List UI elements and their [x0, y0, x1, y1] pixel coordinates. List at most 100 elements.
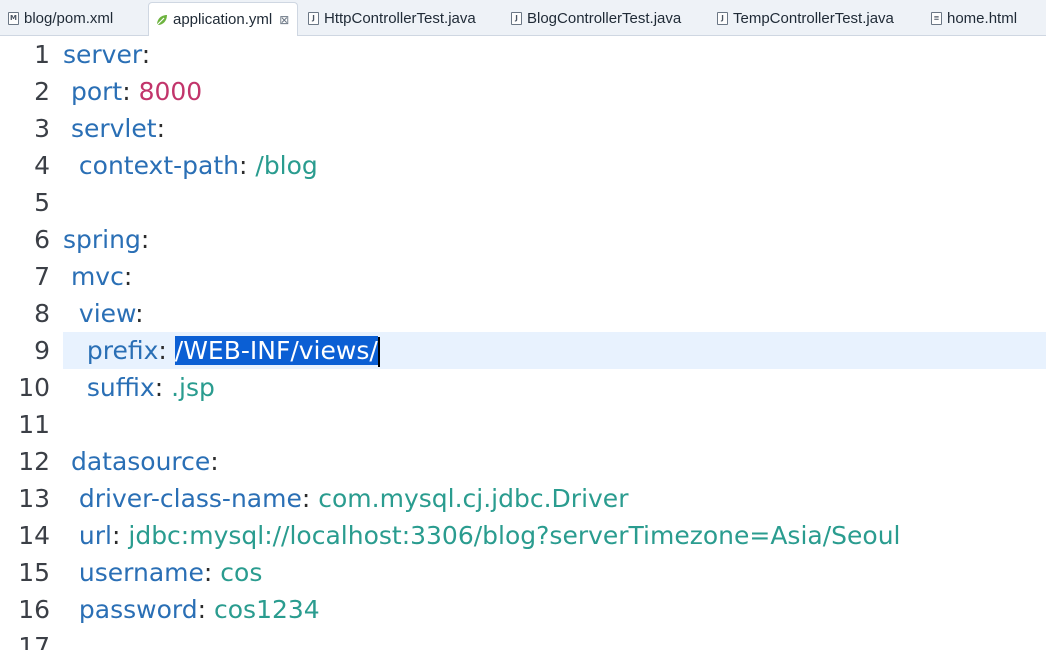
code-line[interactable]: 10 suffix: .jsp: [0, 369, 1046, 406]
code-line[interactable]: 7 mvc:: [0, 258, 1046, 295]
line-content: [63, 628, 1046, 650]
text-caret: [377, 337, 380, 367]
yaml-key: prefix: [86, 336, 159, 365]
line-number: 4: [34, 151, 50, 180]
code-line[interactable]: 16 password: cos1234: [0, 591, 1046, 628]
tab-pom-xml[interactable]: M blog/pom.xml: [8, 4, 113, 32]
line-number: 7: [34, 262, 50, 291]
yaml-value: cos1234: [214, 595, 320, 624]
code-line[interactable]: 14 url: jdbc:mysql://localhost:3306/blog…: [0, 517, 1046, 554]
code-line[interactable]: 9 prefix: /WEB-INF/views/: [0, 332, 1046, 369]
line-number: 11: [18, 410, 50, 439]
html-file-icon: ≡: [931, 11, 942, 25]
code-line[interactable]: 1 server:: [0, 36, 1046, 73]
yaml-colon: :: [154, 373, 164, 402]
maven-file-icon: M: [8, 11, 19, 25]
yaml-colon: :: [140, 225, 150, 254]
line-content: [63, 406, 1046, 443]
tab-temp-controller-test[interactable]: J TempControllerTest.java: [717, 4, 894, 32]
line-number: 14: [18, 521, 50, 550]
code-line[interactable]: 11: [0, 406, 1046, 443]
line-content: prefix: /WEB-INF/views/: [63, 332, 1046, 369]
tab-label: application.yml: [173, 11, 273, 28]
line-number: 8: [34, 299, 50, 328]
yaml-colon: :: [203, 558, 213, 587]
code-line[interactable]: 17: [0, 628, 1046, 650]
yaml-colon: :: [197, 595, 207, 624]
tab-label: BlogControllerTest.java: [527, 9, 682, 27]
code-line[interactable]: 12 datasource:: [0, 443, 1046, 480]
line-number: 6: [34, 225, 50, 254]
yaml-colon: :: [156, 114, 165, 143]
line-number: 3: [34, 114, 50, 143]
line-number: 17: [18, 632, 50, 650]
line-content: driver-class-name: com.mysql.cj.jdbc.Dri…: [63, 480, 1046, 517]
yaml-key: username: [78, 558, 204, 587]
line-content: password: cos1234: [63, 591, 1046, 628]
code-line[interactable]: 15 username: cos: [0, 554, 1046, 591]
yaml-value: /blog: [255, 151, 318, 180]
tab-label: TempControllerTest.java: [733, 9, 894, 27]
code-line[interactable]: 6 spring:: [0, 221, 1046, 258]
code-line[interactable]: 2 port: 8000: [0, 73, 1046, 110]
code-line[interactable]: 13 driver-class-name: com.mysql.cj.jdbc.…: [0, 480, 1046, 517]
tab-application-yml[interactable]: application.yml ⊠: [148, 2, 299, 36]
line-number: 12: [18, 447, 50, 476]
yaml-colon: :: [141, 40, 151, 69]
line-number: 10: [18, 373, 50, 402]
yaml-key: servlet: [70, 114, 157, 143]
tab-label: HttpControllerTest.java: [324, 9, 476, 27]
yaml-colon: :: [111, 521, 121, 550]
line-number: 15: [18, 558, 50, 587]
line-number: 13: [18, 484, 50, 513]
spring-leaf-icon: [156, 14, 167, 25]
yaml-editor[interactable]: 1 server: 2 port: 8000 3 servlet: 4 context-…: [0, 36, 1046, 650]
line-content: spring:: [63, 221, 1046, 258]
yaml-colon: :: [239, 151, 248, 180]
yaml-key: suffix: [86, 373, 155, 402]
yaml-value: jdbc:mysql://localhost:3306/blog?serverT…: [128, 521, 901, 550]
yaml-colon: :: [210, 447, 219, 476]
java-file-icon: J: [717, 11, 728, 25]
line-content: server:: [63, 36, 1046, 73]
code-line[interactable]: 5: [0, 184, 1046, 221]
tab-blog-controller-test[interactable]: J BlogControllerTest.java: [511, 4, 681, 32]
yaml-key: context-path: [78, 151, 239, 180]
yaml-key: mvc: [70, 262, 124, 291]
yaml-key: port: [70, 77, 123, 106]
yaml-key: spring: [63, 225, 141, 254]
yaml-key: datasource: [70, 447, 211, 476]
selected-yaml-value: /WEB-INF/views/: [174, 336, 378, 365]
yaml-colon: :: [158, 336, 167, 365]
tab-label: home.html: [947, 9, 1018, 27]
java-file-icon: J: [511, 11, 522, 25]
code-line[interactable]: 4 context-path: /blog: [0, 147, 1046, 184]
yaml-key: driver-class-name: [78, 484, 302, 513]
yaml-value: .jsp: [171, 373, 215, 402]
tab-home-html[interactable]: ≡ home.html: [931, 4, 1017, 32]
line-content: mvc:: [63, 258, 1046, 295]
code-line[interactable]: 8 view:: [0, 295, 1046, 332]
tab-http-controller-test[interactable]: J HttpControllerTest.java: [308, 4, 476, 32]
yaml-colon: :: [123, 262, 133, 291]
yaml-key: server: [63, 40, 142, 69]
line-content: [63, 184, 1046, 221]
java-file-icon: J: [308, 11, 319, 25]
yaml-key: password: [78, 595, 198, 624]
yaml-value: cos: [220, 558, 263, 587]
line-content: username: cos: [63, 554, 1046, 591]
line-number: 5: [34, 188, 50, 217]
yaml-colon: :: [135, 299, 144, 328]
code-line[interactable]: 3 servlet:: [0, 110, 1046, 147]
close-icon[interactable]: ⊠: [279, 13, 289, 27]
yaml-colon: :: [301, 484, 311, 513]
